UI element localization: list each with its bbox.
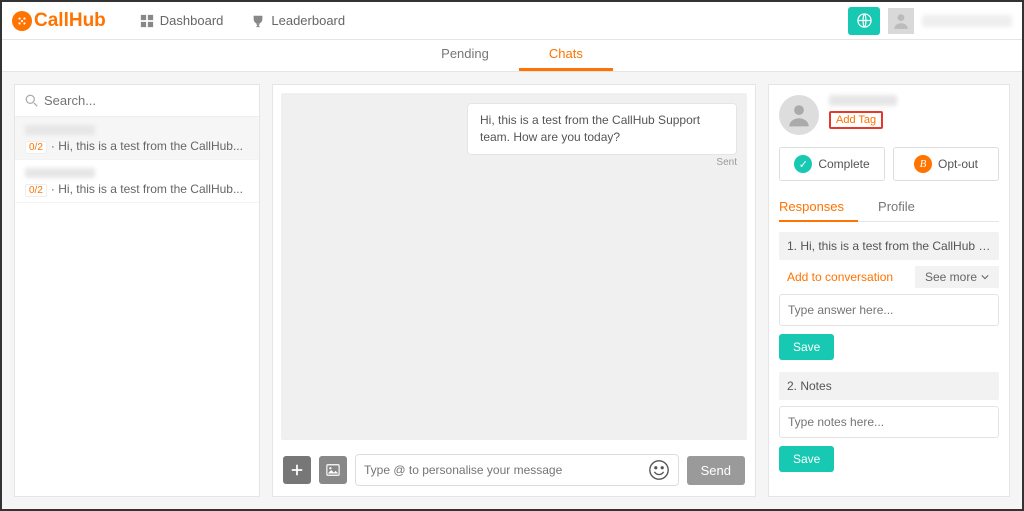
contact-panel: Add Tag ✓ Complete B Opt-out Responses P…	[768, 84, 1010, 497]
add-attachment-button[interactable]	[283, 456, 311, 484]
nav-leaderboard[interactable]: Leaderboard	[237, 2, 359, 39]
callhub-icon	[12, 11, 32, 31]
nav-dashboard-label: Dashboard	[160, 13, 224, 28]
chat-panel: Hi, this is a test from the CallHub Supp…	[272, 84, 756, 497]
save-answer-button[interactable]: Save	[779, 334, 834, 360]
notes-input[interactable]	[779, 406, 999, 438]
message-input-wrap	[355, 454, 679, 486]
tab-pending[interactable]: Pending	[411, 38, 519, 71]
nav-dashboard[interactable]: Dashboard	[126, 2, 238, 39]
topbar: CallHub Dashboard Leaderboard	[2, 2, 1022, 40]
brand-logo[interactable]: CallHub	[12, 10, 106, 32]
language-button[interactable]	[848, 7, 880, 35]
add-to-conversation-link[interactable]: Add to conversation	[779, 266, 915, 288]
contact-header: Add Tag	[779, 95, 999, 135]
response-question: 1. Hi, this is a test from the CallHub S…	[779, 232, 999, 260]
complete-button[interactable]: ✓ Complete	[779, 147, 885, 181]
subtab-responses[interactable]: Responses	[779, 193, 858, 222]
opt-out-icon: B	[914, 155, 932, 173]
conversation-preview: 0/2· Hi, this is a test from the CallHub…	[25, 139, 249, 153]
conversation-item[interactable]: 0/2· Hi, this is a test from the CallHub…	[15, 117, 259, 160]
tab-chats[interactable]: Chats	[519, 38, 613, 71]
user-avatar[interactable]	[888, 8, 914, 34]
check-icon: ✓	[794, 155, 812, 173]
contact-name-redacted	[829, 95, 897, 106]
contact-avatar	[779, 95, 819, 135]
add-image-button[interactable]	[319, 456, 347, 484]
subtab-profile[interactable]: Profile	[878, 193, 929, 221]
response-block-2: 2. Notes Save	[779, 372, 999, 472]
contact-name-redacted	[25, 125, 95, 135]
emoji-button[interactable]	[648, 459, 670, 481]
send-button[interactable]: Send	[687, 456, 745, 485]
compose-bar: Send	[273, 448, 755, 496]
chat-scroll-area[interactable]: Hi, this is a test from the CallHub Supp…	[281, 93, 747, 440]
nav-leaderboard-label: Leaderboard	[271, 13, 345, 28]
opt-out-button[interactable]: B Opt-out	[893, 147, 999, 181]
response-block-1: 1. Hi, this is a test from the CallHub S…	[779, 232, 999, 360]
brand-text: CallHub	[34, 10, 106, 32]
see-more-button[interactable]: See more	[915, 266, 999, 288]
person-icon	[786, 102, 812, 128]
unread-badge: 0/2	[25, 184, 47, 197]
search-row	[15, 85, 259, 117]
main-area: 0/2· Hi, this is a test from the CallHub…	[2, 72, 1022, 509]
search-icon	[25, 94, 38, 107]
user-name[interactable]	[922, 15, 1012, 27]
conversation-list: 0/2· Hi, this is a test from the CallHub…	[14, 84, 260, 497]
message-input[interactable]	[364, 463, 648, 477]
conversation-preview: 0/2· Hi, this is a test from the CallHub…	[25, 182, 249, 196]
response-question: 2. Notes	[779, 372, 999, 400]
globe-icon	[857, 13, 872, 28]
contact-name-redacted	[25, 168, 95, 178]
search-input[interactable]	[44, 93, 249, 108]
unread-badge: 0/2	[25, 141, 47, 154]
chevron-down-icon	[981, 273, 989, 281]
main-tabs: Pending Chats	[2, 40, 1022, 72]
conversation-item[interactable]: 0/2· Hi, this is a test from the CallHub…	[15, 160, 259, 203]
outgoing-message: Hi, this is a test from the CallHub Supp…	[467, 103, 737, 155]
plus-icon	[290, 463, 304, 477]
smile-icon	[648, 459, 670, 481]
save-notes-button[interactable]: Save	[779, 446, 834, 472]
trophy-icon	[251, 14, 265, 28]
person-icon	[892, 12, 910, 30]
dashboard-icon	[140, 14, 154, 28]
answer-input[interactable]	[779, 294, 999, 326]
message-status: Sent	[291, 157, 737, 168]
add-tag-button[interactable]: Add Tag	[829, 111, 883, 129]
action-row: ✓ Complete B Opt-out	[779, 147, 999, 181]
contact-subtabs: Responses Profile	[779, 193, 999, 222]
image-icon	[326, 463, 340, 477]
